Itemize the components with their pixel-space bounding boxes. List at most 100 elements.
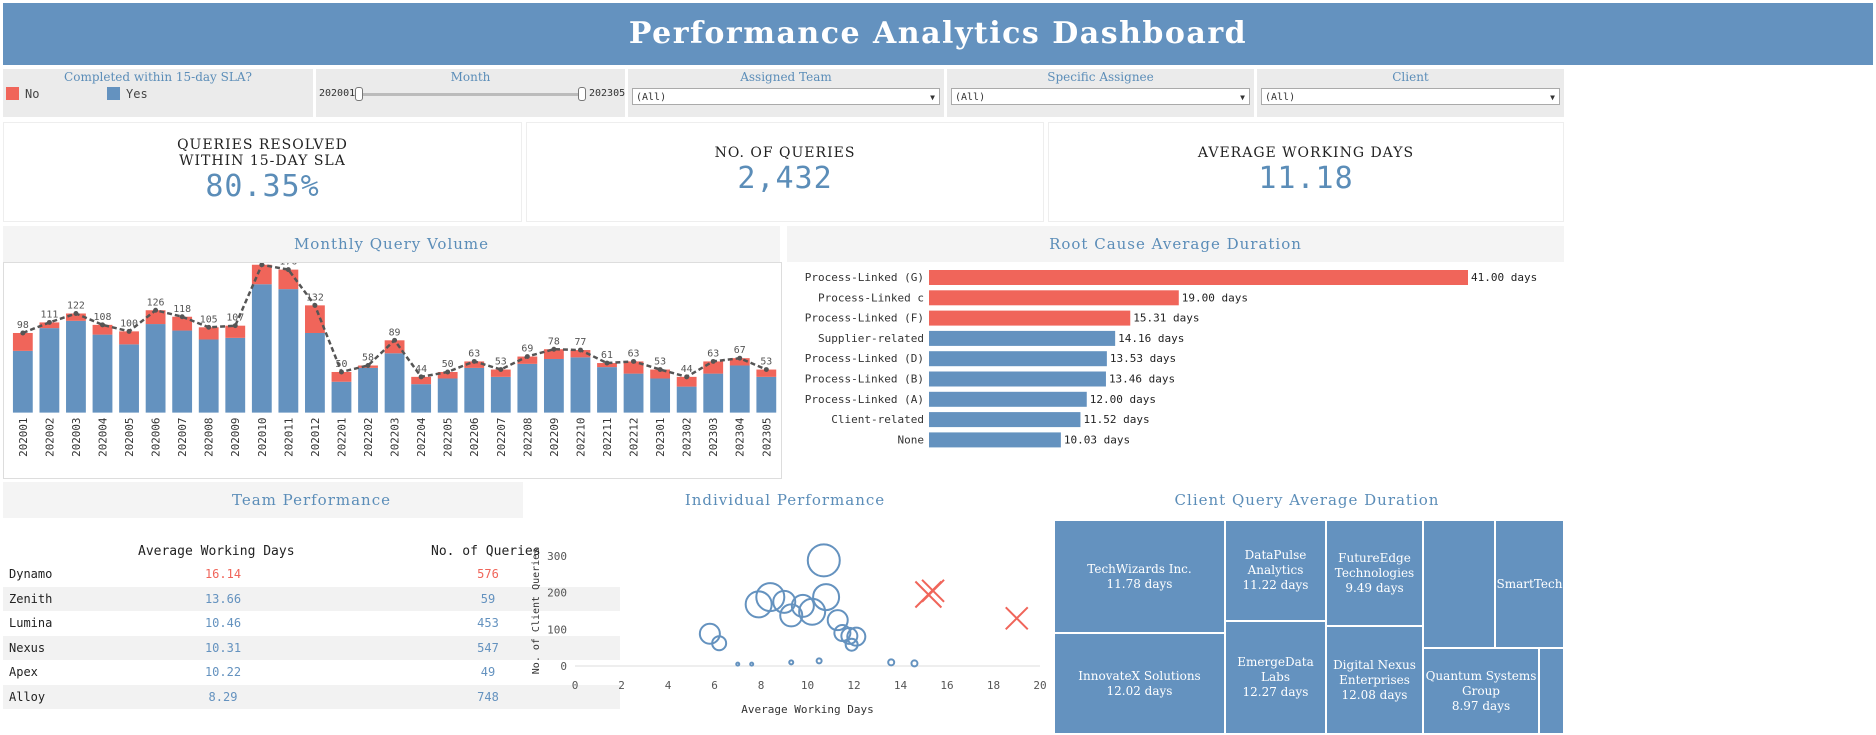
scatter-point xyxy=(910,659,919,668)
treemap-label: InnovateX Solutions xyxy=(1078,668,1201,683)
trend-point xyxy=(471,358,477,364)
x-axis-label: Average Working Days xyxy=(741,703,873,716)
treemap-label: FutureEdge xyxy=(1338,550,1411,565)
team-avg-days: 16.14 xyxy=(204,567,242,581)
bar-yes xyxy=(623,373,644,413)
month-slider-track[interactable] xyxy=(358,93,584,96)
sla-yes-label: Yes xyxy=(126,87,148,101)
sla-legend-no[interactable]: No xyxy=(6,87,39,101)
x-tick-label: 0 xyxy=(572,679,579,692)
yes-swatch xyxy=(107,87,120,100)
client-filter-title: Client xyxy=(1392,70,1429,84)
x-tick-label: 202002 xyxy=(43,418,56,457)
treemap-value: 12.27 days xyxy=(1242,685,1309,699)
bar-total-label: 63 xyxy=(468,348,480,359)
individual-section-header: Individual Performance xyxy=(523,482,1047,518)
scatter-point xyxy=(735,661,741,667)
scatter-point xyxy=(812,583,841,612)
bar-total-label: 122 xyxy=(67,301,85,312)
root-cause-label: Process-Linked (F) xyxy=(805,312,924,325)
treemap-value: 8.97 days xyxy=(1451,698,1511,713)
bar-yes xyxy=(331,381,352,413)
month-slider-end-handle[interactable] xyxy=(578,87,586,101)
dashboard-header: Performance Analytics Dashboard xyxy=(3,3,1873,65)
trend-point xyxy=(46,319,52,325)
root-cause-bar xyxy=(929,391,1087,407)
trend-point xyxy=(684,374,690,380)
treemap-cell-techwizards[interactable]: TechWizards Inc. 11.78 days xyxy=(1054,520,1225,633)
x-tick-label: 202209 xyxy=(548,418,561,457)
x-tick-label: 202009 xyxy=(229,418,242,457)
month-slider-start-handle[interactable] xyxy=(355,87,363,101)
bar-yes xyxy=(12,350,33,413)
assignee-select[interactable]: (All) ▼ xyxy=(951,88,1250,105)
x-tick-label: 2 xyxy=(618,679,625,692)
bar-yes xyxy=(225,337,246,413)
client-select[interactable]: (All) ▼ xyxy=(1261,88,1560,105)
trend-point xyxy=(179,314,185,320)
bar-total-label: 63 xyxy=(707,348,719,359)
team-avg-days: 10.46 xyxy=(204,616,242,630)
treemap-label: Analytics xyxy=(1247,563,1304,577)
bar-yes xyxy=(729,365,750,413)
root-cause-bar xyxy=(929,270,1468,285)
x-tick-label: 202207 xyxy=(495,418,508,457)
x-tick-label: 8 xyxy=(758,679,765,692)
y-axis-label: No. of Client Queries xyxy=(531,548,542,674)
treemap-cell-innovatex[interactable]: InnovateX Solutions 12.02 days xyxy=(1054,633,1225,734)
y-tick-label: 200 xyxy=(547,587,567,600)
bar-yes xyxy=(411,384,432,413)
treemap-cell-small[interactable] xyxy=(1539,648,1564,734)
root-section-title: Root Cause Average Duration xyxy=(1049,235,1302,253)
trend-point xyxy=(577,347,583,353)
treemap-cell-unlabeled[interactable] xyxy=(1423,520,1495,648)
root-cause-bar xyxy=(929,310,1131,326)
team-select[interactable]: (All) ▼ xyxy=(632,88,940,105)
trend-point xyxy=(710,358,716,364)
trend-point xyxy=(338,369,344,375)
root-cause-label: None xyxy=(898,433,925,446)
team-select-value: (All) xyxy=(636,92,667,103)
y-tick-label: 0 xyxy=(560,660,567,673)
root-cause-bar xyxy=(929,371,1106,387)
treemap-cell-emergedata[interactable]: EmergeData Labs 12.27 days xyxy=(1225,621,1326,734)
treemap-label: Labs xyxy=(1261,670,1290,684)
treemap-value: 12.02 days xyxy=(1106,683,1173,698)
individual-scatter-chart: 0 2 4 6 8 10 12 14 16 18 200100200300Average Worki… xyxy=(531,543,1047,716)
trend-point xyxy=(126,328,132,334)
x-tick-label: 14 xyxy=(894,679,908,692)
treemap-cell-smarttech[interactable]: SmartTech xyxy=(1495,520,1564,648)
treemap-cell-futureedge[interactable]: FutureEdge Technologies 9.49 days xyxy=(1326,520,1423,626)
bar-total-label: 89 xyxy=(389,327,401,338)
bar-no xyxy=(305,305,325,333)
x-tick-label: 202011 xyxy=(282,418,295,457)
x-tick-label: 202204 xyxy=(415,417,428,457)
chevron-down-icon: ▼ xyxy=(1240,93,1245,102)
sla-filter-title: Completed within 15-day SLA? xyxy=(64,70,252,84)
bar-yes xyxy=(278,289,299,413)
bar-yes xyxy=(119,344,139,413)
kpi-queries-card: NO. OF QUERIES 2,432 xyxy=(526,122,1044,222)
kpi-queries-label: NO. OF QUERIES xyxy=(714,145,856,161)
treemap-label: TechWizards Inc. xyxy=(1087,561,1192,576)
treemap-label: DataPulse xyxy=(1244,548,1307,562)
client-section-title: Client Query Average Duration xyxy=(1174,491,1440,509)
bar-yes xyxy=(92,334,113,413)
root-cause-value-label: 11.52 days xyxy=(1083,413,1149,426)
team-avg-days: 10.31 xyxy=(204,640,242,655)
root-cause-value-label: 10.03 days xyxy=(1064,433,1130,446)
x-tick-label: 202205 xyxy=(442,418,455,457)
trend-point xyxy=(153,307,159,313)
root-cause-bar xyxy=(929,351,1107,367)
monthly-section-title: Monthly Query Volume xyxy=(293,235,490,253)
treemap-cell-quantum[interactable]: Quantum Systems Group 8.97 days xyxy=(1423,648,1539,734)
kpi-avg-value: 11.18 xyxy=(1258,161,1354,196)
root-section-header: Root Cause Average Duration xyxy=(787,226,1564,262)
bar-yes xyxy=(676,386,697,413)
treemap-cell-digitalnexus[interactable]: Digital Nexus Enterprises 12.08 days xyxy=(1326,626,1423,734)
y-tick-label: 300 xyxy=(547,550,567,563)
sla-legend-yes[interactable]: Yes xyxy=(107,87,148,101)
root-cause-chart: Process-Linked (G) 41.00 days Process-Link… xyxy=(805,270,1537,448)
bar-total-label: 53 xyxy=(654,357,666,368)
treemap-cell-datapulse[interactable]: DataPulse Analytics 11.22 days xyxy=(1225,520,1326,621)
